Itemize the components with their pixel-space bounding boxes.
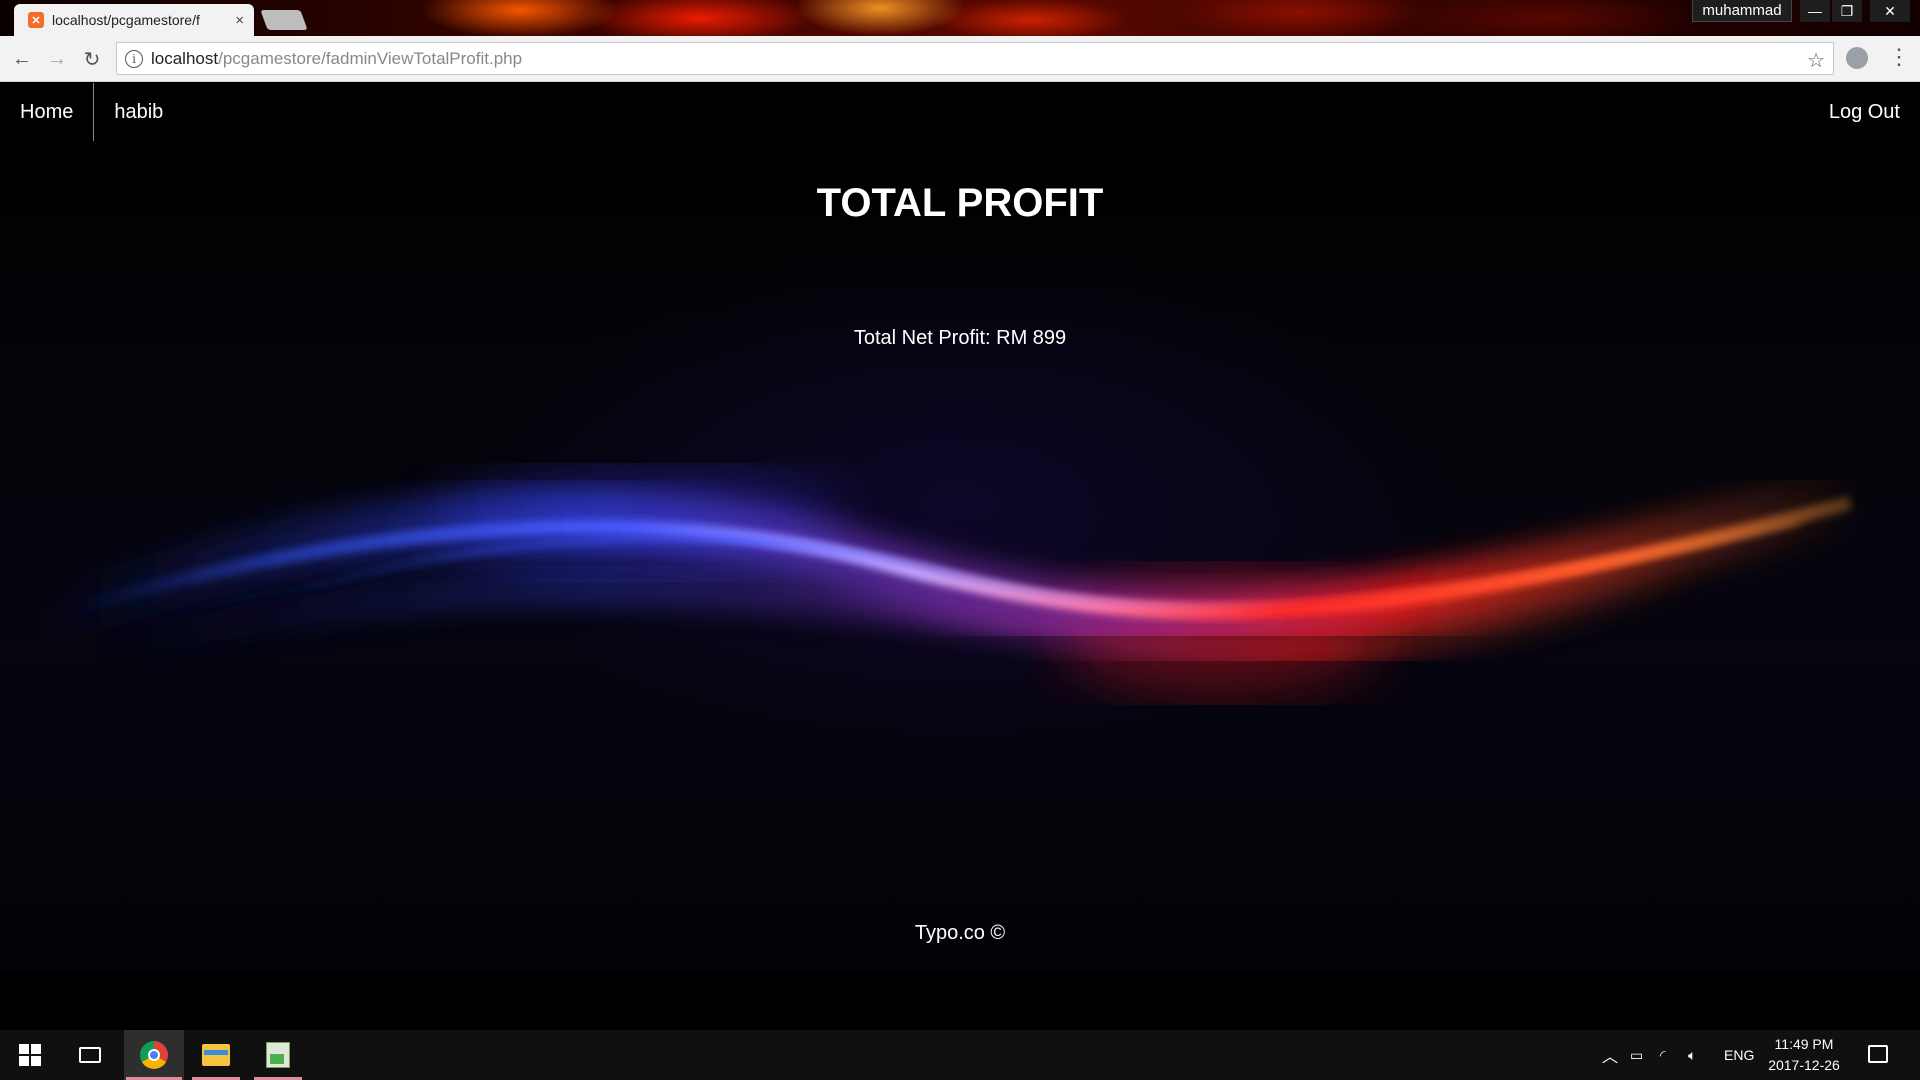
- tab-close-icon[interactable]: ×: [235, 12, 244, 29]
- browser-toolbar: ← → ↻ i localhost/pcgamestore/fadminView…: [0, 36, 1920, 82]
- system-clock[interactable]: 11:49 PM 2017-12-26: [1760, 1034, 1848, 1076]
- clock-time: 11:49 PM: [1774, 1036, 1834, 1052]
- xampp-favicon-icon: ✕: [28, 12, 44, 28]
- back-arrow-icon[interactable]: ←: [9, 46, 35, 72]
- file-explorer-icon: [202, 1044, 230, 1066]
- extension-icon[interactable]: [1846, 47, 1868, 69]
- windows-taskbar: ︿ ▭ ◜ 🔈︎ ENG: [0, 1030, 1920, 1080]
- show-hidden-icons-chevron-icon[interactable]: ︿: [1602, 1030, 1618, 1080]
- url-path: /pcgamestore/fadminViewTotalProfit.php: [218, 48, 523, 68]
- battery-icon[interactable]: ▭: [1630, 1030, 1643, 1080]
- task-view-icon: [79, 1047, 101, 1063]
- browser-titlebar: ✕ localhost/pcgamestore/f × muhammad — ❐…: [0, 0, 1920, 36]
- background-wave-image: [29, 464, 1869, 693]
- nav-user-link[interactable]: habib: [94, 83, 183, 141]
- footer: [0, 973, 1920, 1030]
- task-view-button[interactable]: [66, 1030, 114, 1080]
- footer-copyright: Typo.co ©: [914, 922, 1006, 944]
- restore-icon[interactable]: ❐: [1832, 0, 1862, 22]
- windows-logo-icon: [19, 1044, 41, 1066]
- top-navbar: Home habib Log Out: [0, 83, 1920, 141]
- page-title: TOTAL PROFIT: [816, 181, 1104, 225]
- site-info-icon[interactable]: i: [125, 49, 143, 68]
- new-tab-button[interactable]: [260, 10, 308, 30]
- url-host: localhost: [151, 48, 219, 68]
- browser-menu-icon[interactable]: ⋮: [1888, 46, 1910, 68]
- taskbar-chrome-button[interactable]: [124, 1030, 184, 1080]
- tab-title: localhost/pcgamestore/f: [52, 12, 200, 28]
- bookmark-star-icon[interactable]: ☆: [1807, 48, 1825, 73]
- taskbar-explorer-button[interactable]: [190, 1030, 242, 1080]
- action-center-icon[interactable]: [1868, 1045, 1888, 1063]
- chrome-icon: [140, 1041, 168, 1069]
- language-indicator[interactable]: ENG: [1724, 1030, 1754, 1080]
- logout-link[interactable]: Log Out: [1809, 83, 1920, 141]
- minimize-icon[interactable]: —: [1800, 0, 1830, 22]
- nav-home-link[interactable]: Home: [0, 83, 93, 141]
- volume-icon[interactable]: 🔈︎: [1688, 1030, 1696, 1080]
- page-content: Home habib Log Out TOTAL PROFIT Total Ne…: [0, 83, 1920, 1030]
- close-window-icon[interactable]: ✕: [1870, 0, 1910, 22]
- start-button[interactable]: [0, 1030, 60, 1080]
- reload-icon[interactable]: ↻: [79, 46, 105, 72]
- address-bar[interactable]: i localhost/pcgamestore/fadminViewTotalP…: [116, 42, 1834, 75]
- taskbar-app-button[interactable]: [252, 1030, 304, 1080]
- forward-arrow-icon[interactable]: →: [44, 46, 70, 72]
- image-editor-icon: [266, 1042, 290, 1068]
- wifi-icon[interactable]: ◜: [1660, 1030, 1665, 1080]
- profile-name-button[interactable]: muhammad: [1692, 0, 1792, 22]
- browser-tab[interactable]: ✕ localhost/pcgamestore/f ×: [14, 4, 254, 36]
- clock-date: 2017-12-26: [1768, 1057, 1840, 1073]
- total-net-profit-text: Total Net Profit: RM 899: [853, 327, 1067, 349]
